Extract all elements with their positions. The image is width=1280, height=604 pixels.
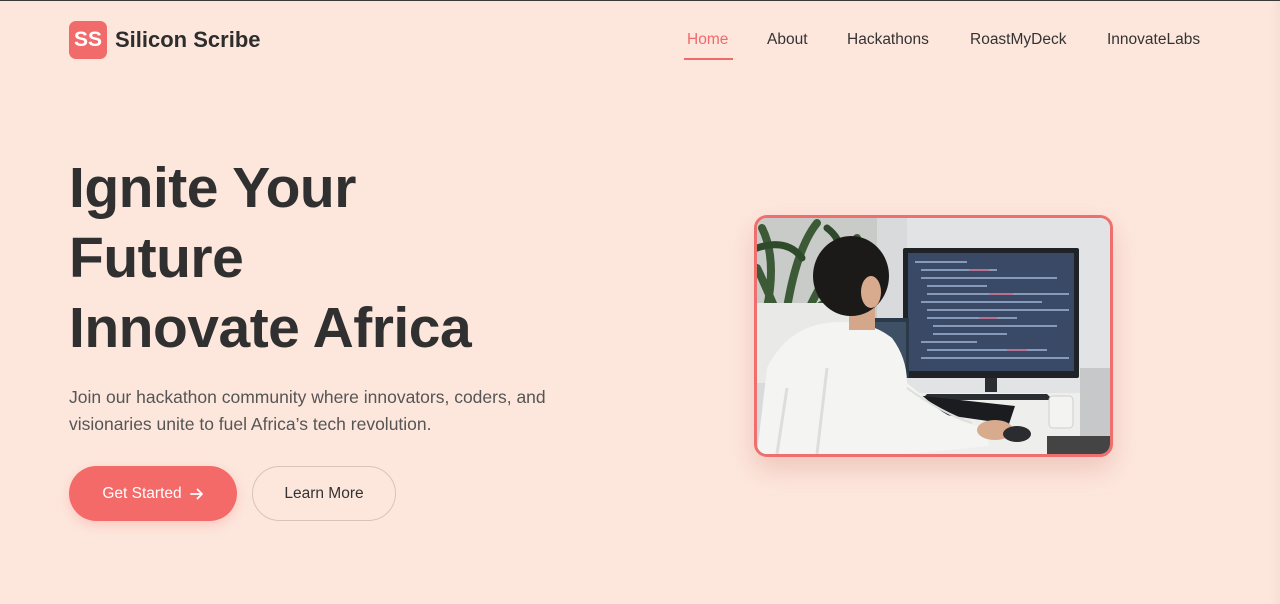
hero-title: Ignite Your Future Innovate Africa — [69, 153, 472, 363]
hero-title-line: Innovate Africa — [69, 296, 472, 360]
nav-about[interactable]: About — [767, 31, 808, 49]
developer-at-computer-illustration — [757, 218, 1110, 454]
learn-more-button[interactable]: Learn More — [252, 466, 396, 521]
monitor-illustration — [903, 248, 1079, 400]
hero-subtitle: Join our hackathon community where innov… — [69, 387, 546, 434]
nav-hackathons[interactable]: Hackathons — [847, 31, 929, 49]
main-nav: Home About Hackathons RoastMyDeck Innova… — [0, 31, 1280, 61]
nav-home[interactable]: Home — [687, 31, 728, 49]
nav-roastmydeck[interactable]: RoastMyDeck — [970, 31, 1066, 49]
hero-title-line: Future — [69, 226, 244, 290]
hero-title-line: Ignite Your — [69, 156, 356, 220]
active-nav-underline — [684, 58, 733, 60]
get-started-button[interactable]: Get Started — [69, 466, 237, 521]
site-header: SS Silicon Scribe Home About Hackathons … — [0, 1, 1280, 79]
learn-more-label: Learn More — [284, 484, 364, 502]
hero-image — [754, 215, 1113, 457]
get-started-label: Get Started — [102, 484, 182, 502]
arrow-right-icon — [189, 488, 203, 499]
nav-innovatelabs[interactable]: InnovateLabs — [1107, 31, 1200, 49]
page-edge — [1270, 1, 1280, 604]
